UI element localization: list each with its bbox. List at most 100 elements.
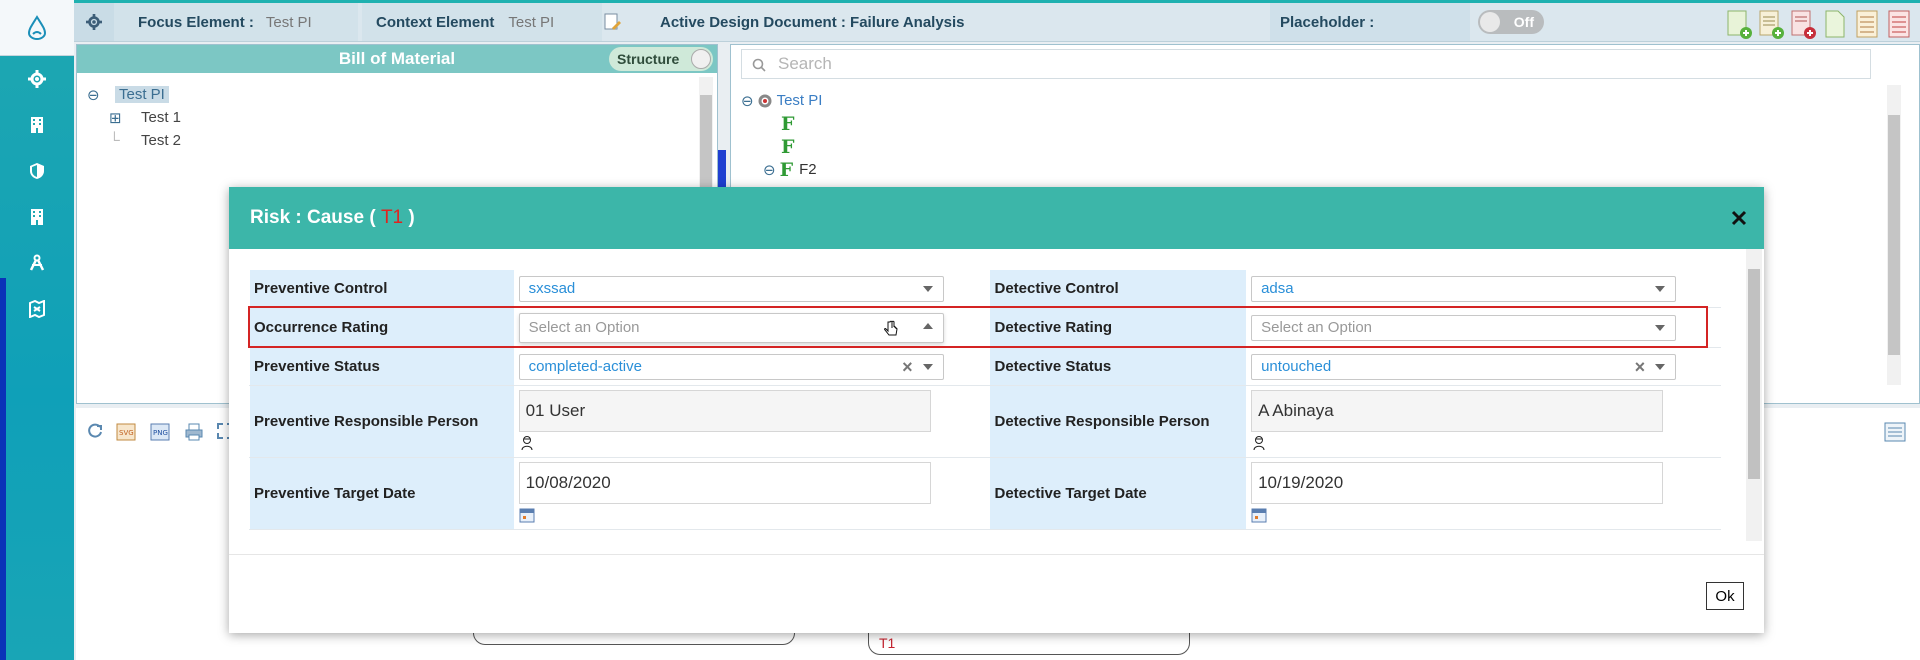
detective-date-cell: 10/19/2020 [1246,457,1721,530]
person-picker-icon[interactable] [1251,435,1267,451]
close-icon[interactable] [1728,207,1750,229]
occurrence-rating-select[interactable]: Select an Option [518,312,944,343]
diagram-node-label: T1 [879,635,896,651]
tree-node-label[interactable]: Test PI [115,86,169,103]
search-placeholder: Search [778,54,832,73]
search-input[interactable]: Search [741,49,1871,79]
nav-accent-bar [0,278,6,660]
preventive-status-select[interactable]: completed-active × [518,353,944,380]
detective-person-cell: A Abinaya [1246,385,1721,458]
document-edit-icon[interactable] [602,12,622,32]
bom-title: Bill of Material [338,49,456,68]
toggle-knob [691,49,711,69]
dialog-scrollbar[interactable] [1746,249,1762,541]
select-value: sxssad [528,280,576,297]
detective-date-field[interactable]: 10/19/2020 [1251,462,1664,504]
calendar-icon[interactable] [1251,507,1267,523]
scroll-thumb[interactable] [1888,115,1900,355]
tree-node[interactable]: ⊖ Test PI [87,83,707,106]
tree-node[interactable]: ⊞ Test 1 [87,106,707,129]
tree-node[interactable]: └ Test 2 [87,129,707,152]
remove-list-icon[interactable] [1790,9,1816,39]
chevron-down-icon [1655,324,1666,331]
tree-node[interactable]: ⊖ Test PI [741,89,822,112]
detective-control-label: Detective Control [989,269,1248,308]
hand-cursor-icon [883,320,898,335]
placeholder-toggle[interactable]: Off [1478,10,1544,34]
select-value: adsa [1261,280,1294,297]
svg-text:PNG: PNG [153,429,168,437]
list-view-icon[interactable] [1884,422,1906,442]
select-value: completed-active [528,358,642,375]
add-document-icon[interactable] [1726,9,1752,39]
focus-element-value[interactable]: Test PI [266,14,312,31]
tree-node[interactable]: ⊖ F F2 [741,158,822,181]
app-logo[interactable] [0,0,74,56]
detective-rating-select[interactable]: Select an Option [1251,314,1677,341]
search-icon [752,58,766,72]
print-icon[interactable] [184,422,204,442]
collapse-icon[interactable]: ⊖ [763,161,776,179]
nav-settings[interactable] [0,56,74,102]
png-export-icon[interactable]: PNG [150,422,172,442]
tree-node[interactable]: F [741,112,822,135]
tree-node[interactable]: F [741,135,822,158]
preventive-person-field[interactable]: 01 User [518,390,931,432]
preventive-date-field[interactable]: 10/08/2020 [518,462,931,504]
tree-node-label[interactable]: F2 [799,161,817,178]
ok-button[interactable]: Ok [1706,582,1744,610]
scroll-thumb[interactable] [1748,269,1760,479]
risk-form-table: Preventive Control sxssad Detective Cont… [249,269,1721,530]
nav-design[interactable] [0,240,74,286]
toggle-knob [1480,12,1500,32]
preventive-control-cell: sxssad [513,269,991,308]
occurrence-rating-cell: Select an Option [513,307,991,348]
blank-document-icon[interactable] [1822,9,1848,39]
detective-control-select[interactable]: adsa [1251,275,1677,302]
preventive-person-label: Preventive Responsible Person [249,385,515,458]
diagram-toolbar: SVG PNG [86,422,234,442]
building-icon [31,117,43,133]
clear-icon[interactable]: × [1635,357,1646,378]
expand-icon[interactable]: ⊞ [109,109,127,127]
refresh-icon[interactable] [86,422,104,440]
nav-shield[interactable] [0,148,74,194]
clear-icon[interactable]: × [902,357,913,378]
preventive-control-select[interactable]: sxssad [518,275,944,302]
toolbar-settings-button[interactable] [74,3,114,41]
nav-map[interactable] [0,286,74,332]
detective-status-cell: untouched × [1246,347,1721,386]
preventive-date-cell: 10/08/2020 [513,457,991,530]
tree-scrollbar[interactable] [1887,85,1901,385]
tree-node-label[interactable]: Test 1 [141,109,181,126]
preventive-date-label: Preventive Target Date [249,457,515,530]
structure-label: Structure [617,51,680,67]
context-element-value[interactable]: Test PI [508,14,554,31]
collapse-icon[interactable]: ⊖ [741,92,754,110]
logo-icon [27,14,47,40]
detective-status-select[interactable]: untouched × [1251,353,1677,380]
bom-header: Bill of Material Structure [77,45,717,73]
preventive-status-label: Preventive Status [249,347,515,386]
calendar-icon[interactable] [519,507,535,523]
failure-tree: ⊖ Test PI F F ⊖ F F2 [741,89,822,181]
tree-node-label[interactable]: Test PI [777,92,823,109]
form-row: Preventive Status completed-active × Dete… [249,347,1721,386]
occurrence-rating-label: Occurrence Rating [249,307,515,348]
toolbar-actions [1726,9,1912,39]
risk-cause-dialog: Risk : Cause ( T1 ) Preventive Control s… [229,187,1764,633]
chevron-down-icon [1655,363,1666,370]
tree-node-label[interactable]: Test 2 [141,132,181,149]
checklist-icon[interactable] [1886,9,1912,39]
nav-building[interactable] [0,102,74,148]
structure-toggle[interactable]: Structure [609,47,713,71]
dialog-title-prefix: Risk : Cause ( [250,207,381,228]
svg-export-icon[interactable]: SVG [116,422,138,442]
add-list-icon[interactable] [1758,9,1784,39]
svg-text:SVG: SVG [119,429,134,437]
report-icon[interactable] [1854,9,1880,39]
person-picker-icon[interactable] [519,435,535,451]
collapse-icon[interactable]: ⊖ [87,86,105,104]
detective-person-field[interactable]: A Abinaya [1251,390,1664,432]
nav-building-2[interactable] [0,194,74,240]
